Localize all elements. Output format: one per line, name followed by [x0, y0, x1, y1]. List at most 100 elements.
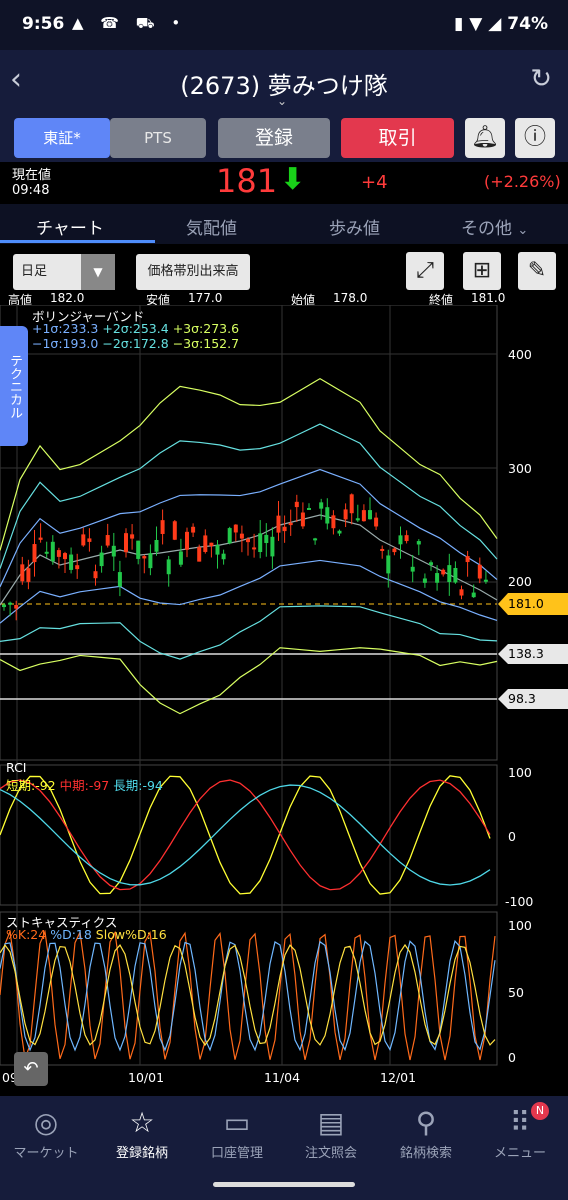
nav-watchlist[interactable]: ☆ 登録銘柄 — [90, 1104, 194, 1161]
reset-scroll-icon[interactable]: ↶ — [14, 1052, 48, 1086]
volume-by-price-button[interactable]: 価格帯別出来高 — [136, 254, 250, 290]
bb-minus2-label: −2σ:172.8 — [102, 336, 169, 351]
candle-body — [313, 538, 318, 541]
price-tag: 181.0 — [498, 593, 568, 615]
nav-account[interactable]: ▭ 口座管理 — [185, 1104, 289, 1161]
period-select[interactable]: 日足 ▼ — [13, 254, 115, 290]
grid-icon: ⠿ — [509, 1106, 531, 1139]
tab-others-label: その他 — [461, 219, 512, 239]
high-value: 182.0 — [50, 291, 85, 305]
bb-plus1-label: +1σ:233.3 — [32, 321, 99, 336]
rci-tick-0: 0 — [508, 829, 516, 844]
candle-body — [300, 512, 305, 527]
candle-body — [374, 517, 379, 527]
market-pts-button[interactable]: PTS — [110, 118, 206, 158]
candle-body — [258, 533, 263, 553]
stoch-d-label: %D:18 — [50, 927, 92, 942]
candle-body — [75, 565, 80, 570]
price-change: +4 — [361, 172, 388, 193]
close-value: 181.0 — [471, 291, 506, 305]
candle-body — [227, 528, 232, 544]
x-tick-1201: 12/01 — [380, 1070, 417, 1085]
tab-time-sales[interactable]: 歩み値 — [329, 214, 380, 239]
layout-grid-icon[interactable]: ⊞ — [463, 252, 501, 290]
candle-body — [154, 540, 159, 552]
y-tick-400: 400 — [508, 347, 532, 362]
bb-plus2-label: +2σ:253.4 — [102, 321, 169, 336]
search-icon: ⚲ — [415, 1106, 437, 1139]
nav-menu[interactable]: ⠿ メニュー — [468, 1104, 568, 1161]
bb-minus1-label: −1σ:193.0 — [32, 336, 99, 351]
info-button[interactable]: ⓘ — [515, 118, 555, 158]
candle-body — [349, 494, 354, 514]
stoch-tick-0: 0 — [508, 1050, 516, 1065]
candle-body — [404, 535, 409, 542]
stochastic-panel — [0, 929, 496, 1061]
bb-middle-line — [0, 514, 498, 606]
tab-chart[interactable]: チャート — [36, 214, 104, 239]
dropdown-arrow-icon: ▼ — [81, 254, 115, 290]
draw-pencil-icon[interactable]: ✎ — [518, 252, 556, 290]
bell-icon: 🔔︎ — [471, 125, 499, 150]
notification-icons: ▲ ☎ ⛟ • — [72, 14, 187, 32]
candle-body — [471, 592, 476, 598]
candle-body — [142, 556, 147, 559]
candle-body — [435, 573, 440, 583]
nav-watchlist-label: 登録銘柄 — [115, 1146, 168, 1161]
current-price-label: 現在値 — [12, 168, 52, 183]
technical-side-tab[interactable]: テクニカル — [0, 326, 28, 446]
home-indicator — [213, 1182, 355, 1187]
candle-body — [386, 555, 391, 574]
market-tse-button[interactable]: 東証* — [14, 118, 110, 158]
technical-chart[interactable] — [0, 305, 568, 1091]
fullscreen-icon[interactable]: ⤢ — [406, 252, 444, 290]
candle-body — [331, 515, 336, 529]
tab-others[interactable]: その他 ⌄ — [461, 214, 528, 239]
candle-body — [56, 550, 61, 557]
candle-body — [398, 535, 403, 545]
bb-upper-3 — [0, 377, 498, 551]
rci-long — [0, 784, 491, 886]
quote-time: 09:48 — [12, 183, 50, 198]
battery-status: ▮ ▼ ◢ 74% — [454, 14, 548, 34]
nav-orders[interactable]: ▤ 注文照会 — [279, 1104, 383, 1161]
bb-plus3-label: +3σ:273.6 — [172, 321, 240, 336]
bollinger-panel — [0, 377, 498, 715]
low-value: 177.0 — [188, 291, 223, 305]
tab-quotes[interactable]: 気配値 — [186, 214, 237, 239]
chevron-down-icon[interactable]: ⌄ — [277, 94, 287, 108]
alert-button[interactable]: 🔔︎ — [465, 118, 505, 158]
candle-body — [355, 518, 360, 521]
nav-market-label: マーケット — [13, 1146, 79, 1161]
candle-body — [441, 569, 446, 575]
bollinger-legend-upper: +1σ:233.3 +2σ:253.4 +3σ:273.6 — [32, 321, 239, 336]
rci-short-label: 短期:-92 — [6, 778, 56, 793]
refresh-icon[interactable]: ↻ — [530, 64, 552, 94]
nav-orders-label: 注文照会 — [304, 1146, 357, 1161]
quote-bar: 現在値 09:48 181 ⬇ +4 (+2.26%) — [0, 162, 568, 204]
tab-bar: チャート 気配値 歩み値 その他 ⌄ — [0, 204, 568, 244]
candle-body — [453, 567, 458, 583]
nav-market[interactable]: ◎ マーケット — [0, 1104, 98, 1161]
candle-body — [288, 522, 293, 526]
bb-minus3-label: −3σ:152.7 — [172, 336, 240, 351]
candle-body — [392, 548, 397, 553]
candle-body — [337, 530, 342, 534]
bollinger-legend-lower: −1σ:193.0 −2σ:172.8 −3σ:152.7 — [32, 336, 239, 351]
candle-body — [130, 534, 135, 539]
nav-menu-label: メニュー — [493, 1146, 546, 1161]
candle-body — [422, 578, 427, 583]
register-button[interactable]: 登録 — [218, 118, 330, 158]
rci-long-label: 長期:-94 — [113, 778, 163, 793]
tab-active-indicator — [0, 240, 155, 243]
rci-legend: 短期:-92 中期:-97 長期:-94 — [6, 775, 163, 794]
candle-body — [81, 534, 86, 546]
rci-tick-minus100: -100 — [505, 894, 534, 909]
candle-body — [197, 547, 202, 562]
candle-body — [221, 553, 226, 560]
candle-body — [447, 565, 452, 583]
trade-button[interactable]: 取引 — [341, 118, 454, 158]
x-tick-1001: 10/01 — [128, 1070, 165, 1085]
nav-search[interactable]: ⚲ 銘柄検索 — [374, 1104, 478, 1161]
rci-tick-100: 100 — [508, 765, 532, 780]
